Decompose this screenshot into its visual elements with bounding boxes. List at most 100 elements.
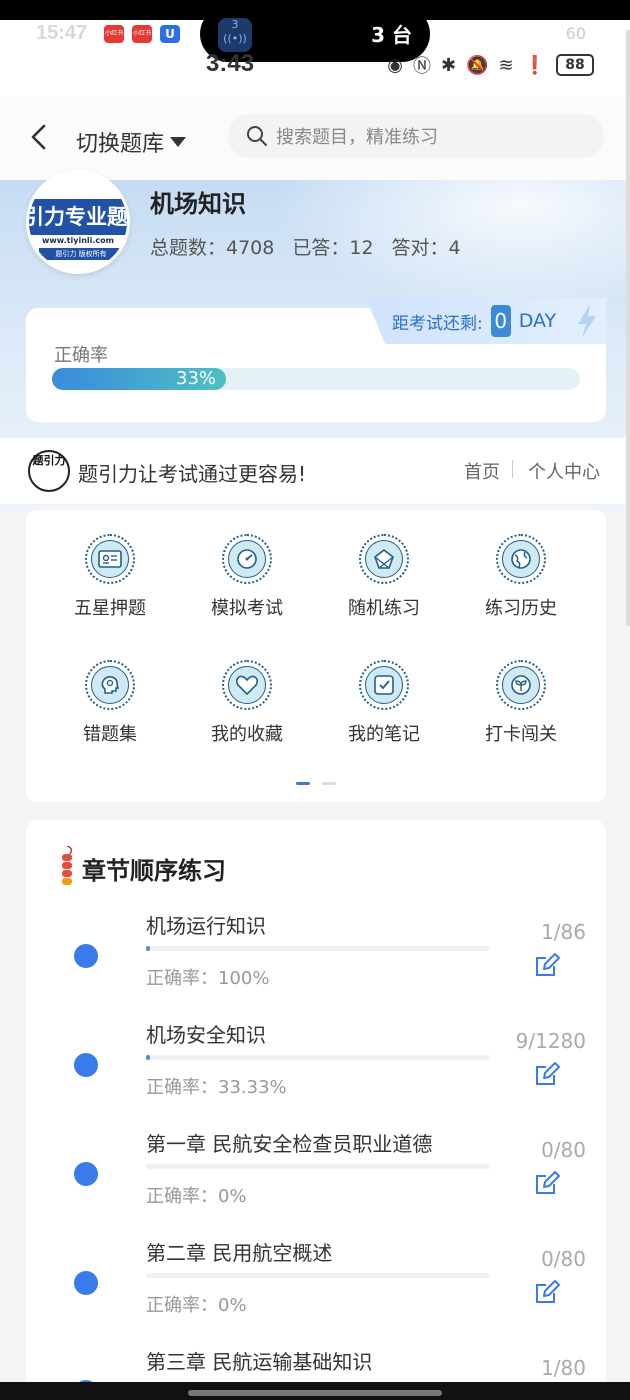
accuracy-label: 正确率 <box>54 345 108 366</box>
chapter-accuracy: 正确率：33.33% <box>146 1077 287 1098</box>
caret-down-icon <box>170 137 187 147</box>
search-input[interactable]: 搜索题目，精准练习 <box>228 114 604 158</box>
battery-icon: 88 <box>556 54 594 76</box>
chapter-progress-bar <box>146 1164 490 1169</box>
chapter-row[interactable]: 机场运行知识 正确率：100% 1/86 <box>26 906 606 1014</box>
id-card-icon <box>91 540 129 578</box>
func-wrong-questions[interactable]: 错题集 <box>45 660 175 770</box>
firecracker-icon <box>62 846 73 885</box>
brand-logo-icon: 题引力 <box>28 450 70 492</box>
lightning-icon <box>578 304 596 338</box>
func-label: 五星押题 <box>74 598 146 619</box>
head-icon <box>91 666 129 704</box>
exam-countdown: 距考试还剩: 0 DAY <box>366 298 606 344</box>
chapter-progress-bar <box>146 1273 490 1278</box>
chapter-count: 1/86 <box>541 920 586 944</box>
chapter-name: 机场安全知识 <box>146 1023 266 1047</box>
search-placeholder: 搜索题目，精准练习 <box>276 127 438 148</box>
status-time-overlay: 15:47 <box>36 22 88 44</box>
bluetooth-icon: ✱ <box>440 54 457 76</box>
countdown-days: 0 <box>490 305 511 337</box>
logo-footer: 题引力 版权所有 <box>39 248 123 260</box>
chapter-accuracy: 正确率：0% <box>146 1186 247 1207</box>
chapter-section-title: 章节顺序练习 <box>82 856 226 885</box>
page-dot-active <box>296 782 310 785</box>
edit-icon[interactable] <box>534 952 560 978</box>
alert-icon: ❗ <box>523 54 546 76</box>
search-icon <box>247 126 267 146</box>
nav-home-link[interactable]: 首页 <box>464 458 500 484</box>
total-questions: 总题数：4708 <box>150 237 275 259</box>
accuracy-value: 33% <box>176 368 217 389</box>
nfc-icon: Ⓝ <box>412 56 431 77</box>
chapter-name: 第三章 民航运输基础知识 <box>146 1350 373 1374</box>
nav-profile-link[interactable]: 个人中心 <box>528 458 600 484</box>
status-time: 3:43 <box>206 50 255 77</box>
edit-icon[interactable] <box>534 1170 560 1196</box>
sprout-icon <box>502 666 540 704</box>
accuracy-progress-bar <box>52 368 580 390</box>
edit-icon[interactable] <box>534 1061 560 1087</box>
chapter-progress-fill <box>146 946 151 951</box>
func-label: 我的收藏 <box>211 724 283 745</box>
top-header: 切换题库 搜索题目，精准练习 <box>0 96 630 180</box>
nav-divider <box>512 460 513 478</box>
func-practice-history[interactable]: 练习历史 <box>456 534 586 644</box>
chapter-name: 机场运行知识 <box>146 914 266 938</box>
chapter-progress-bar <box>146 1055 490 1060</box>
slogan-bar: 题引力 题引力让考试通过更容易! 首页 个人中心 <box>0 438 630 504</box>
home-indicator[interactable] <box>188 1390 442 1396</box>
chapter-row[interactable]: 第一章 民航安全检查员职业道德 正确率：0% 0/80 <box>26 1124 606 1232</box>
func-label: 随机练习 <box>348 598 420 619</box>
back-arrow-icon[interactable] <box>24 122 54 152</box>
app-badge-icon: U <box>160 25 180 43</box>
chapter-dot-icon <box>74 1053 98 1077</box>
func-label: 模拟考试 <box>211 598 283 619</box>
func-five-star[interactable]: 五星押题 <box>45 534 175 644</box>
function-grid: 五星押题 模拟考试 随机练习 练习历史 错题集 我的收藏 我的笔记 打卡闯关 <box>26 510 606 802</box>
page-dot <box>322 782 336 785</box>
switch-bank-dropdown[interactable]: 切换题库 <box>76 126 187 158</box>
chapter-count: 1/80 <box>541 1356 586 1380</box>
chapter-row[interactable]: 机场安全知识 正确率：33.33% 9/1280 <box>26 1015 606 1123</box>
wifi-icon: ≋ <box>498 54 514 76</box>
chapter-header: 章节顺序练习 <box>58 846 226 890</box>
func-label: 错题集 <box>83 724 137 745</box>
subject-title: 机场知识 <box>150 190 246 218</box>
func-favorites[interactable]: 我的收藏 <box>182 660 312 770</box>
logo-text: 引力专业题 <box>29 199 127 235</box>
chapter-accuracy: 正确率：100% <box>146 968 270 989</box>
func-random-practice[interactable]: 随机练习 <box>319 534 449 644</box>
status-bar: 15:47 小红书 小红书 U 60 3 ((•)) 3 台 3:43 ◉ Ⓝ ✱… <box>0 0 630 96</box>
edit-icon[interactable] <box>534 1279 560 1305</box>
func-check-in[interactable]: 打卡闯关 <box>456 660 586 770</box>
nfc-card-icon: 3 ((•)) <box>218 18 252 52</box>
island-text: 3 台 <box>371 23 412 47</box>
globe-icon <box>502 540 540 578</box>
switch-bank-label: 切换题库 <box>76 132 165 157</box>
mute-icon: 🔕 <box>466 54 489 76</box>
func-label: 打卡闯关 <box>485 724 557 745</box>
chapter-row[interactable]: 第三章 民航运输基础知识 1/80 <box>26 1342 606 1382</box>
slogan-text: 题引力让考试通过更容易! <box>78 462 307 486</box>
func-mock-exam[interactable]: 模拟考试 <box>182 534 312 644</box>
logo-url: www.tiyinli.com <box>41 236 114 245</box>
func-notes[interactable]: 我的笔记 <box>319 660 449 770</box>
chapter-count: 9/1280 <box>515 1029 586 1053</box>
chapter-count: 0/80 <box>541 1247 586 1271</box>
random-icon <box>365 540 403 578</box>
status-icons: ◉ Ⓝ ✱ 🔕 ≋ ❗ 88 <box>387 52 594 78</box>
chapter-progress-fill <box>146 1055 150 1060</box>
countdown-unit: DAY <box>518 310 557 332</box>
vpn-icon: ◉ <box>387 54 403 76</box>
scrollbar[interactable] <box>626 30 630 626</box>
gauge-icon <box>228 540 266 578</box>
func-label: 我的笔记 <box>348 724 420 745</box>
chapter-row[interactable]: 第二章 民用航空概述 正确率：0% 0/80 <box>26 1233 606 1341</box>
subject-stats: 总题数：4708 已答：12 答对：4 <box>150 233 461 260</box>
app-badge-icon: 小红书 <box>132 25 152 43</box>
correct-count: 答对：4 <box>391 237 461 259</box>
chapter-count: 0/80 <box>541 1138 586 1162</box>
func-label: 练习历史 <box>485 598 557 619</box>
chapter-dot-icon <box>74 1162 98 1186</box>
